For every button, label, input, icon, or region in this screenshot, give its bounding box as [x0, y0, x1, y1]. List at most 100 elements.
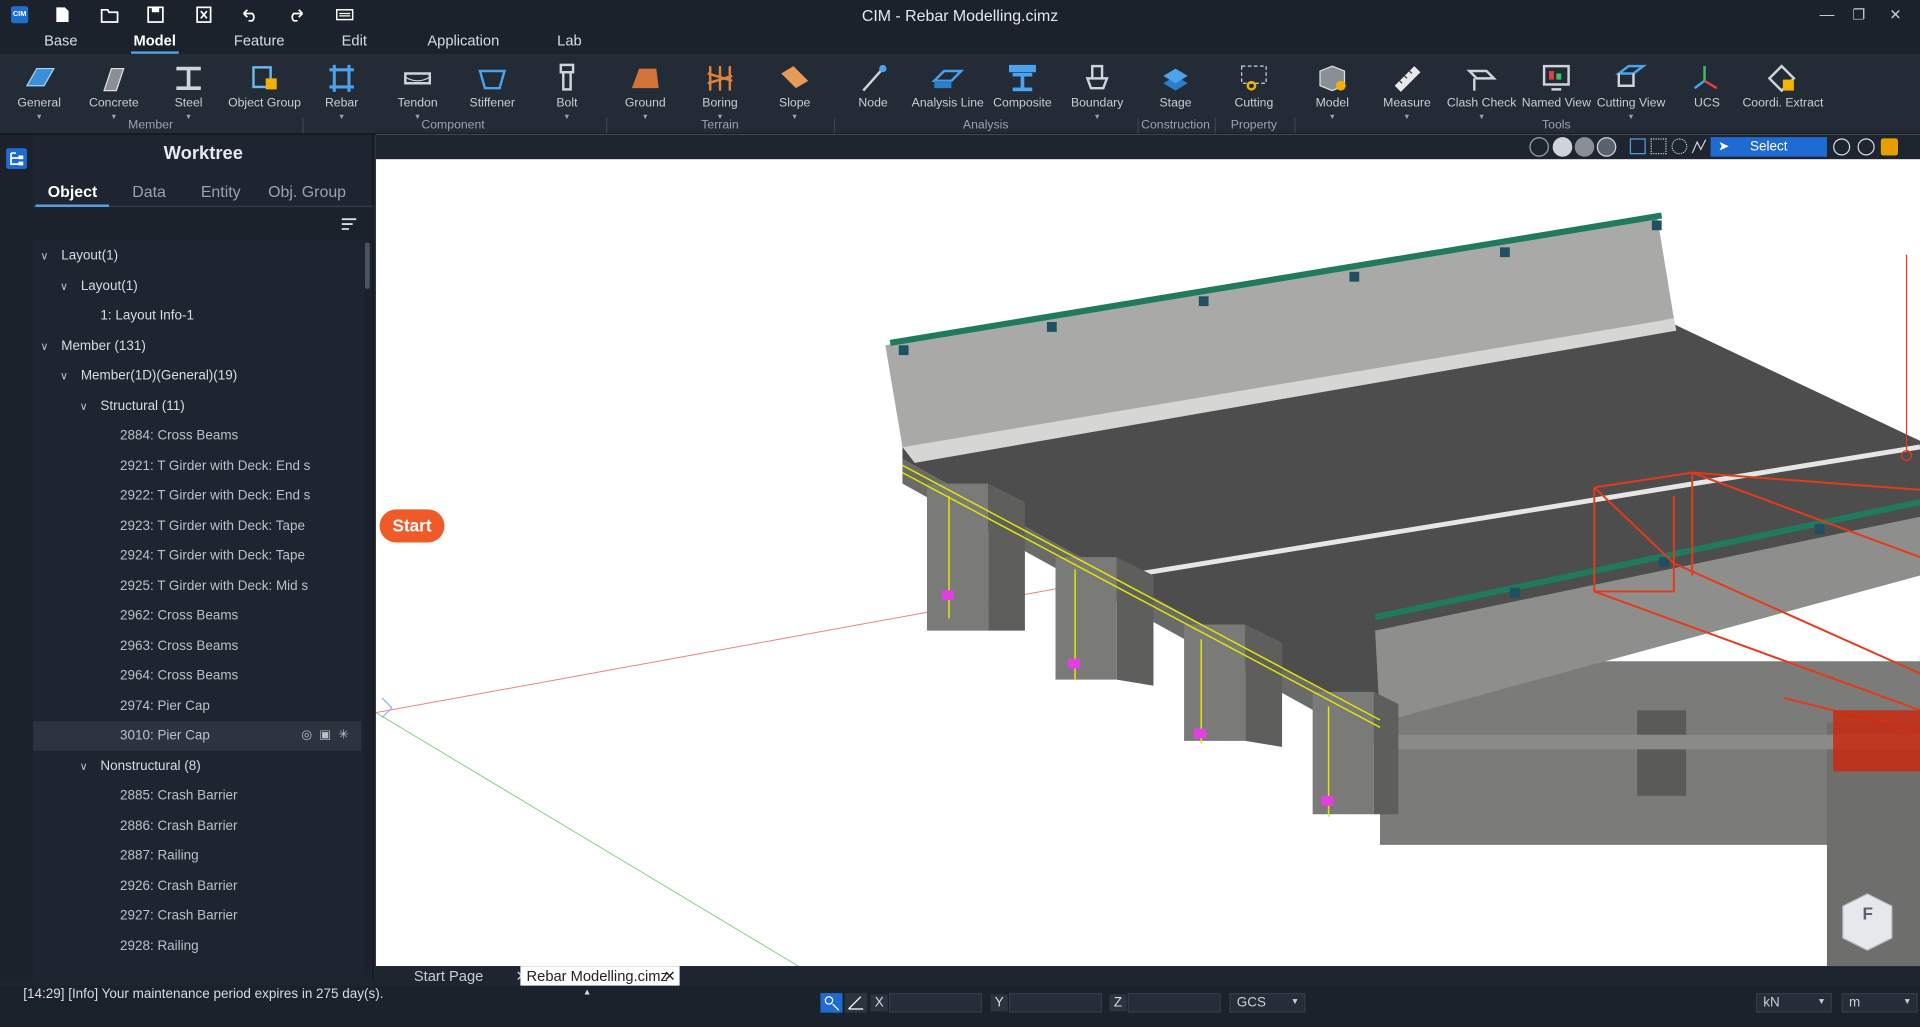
menu-edit[interactable]: Edit	[342, 32, 367, 49]
tree-leaf-item[interactable]: 2925: T Girder with Deck: Mid s	[33, 571, 361, 600]
bolt-button[interactable]: Bolt ▼	[528, 59, 606, 121]
tree-leaf-item[interactable]: 2928: Railing	[33, 931, 361, 960]
close-icon[interactable]: ✕	[1878, 2, 1912, 26]
tree-leaf-item[interactable]: 2922: T Girder with Deck: End s	[33, 481, 361, 510]
tree-node-label: 2924: T Girder with Deck: Tape	[120, 548, 305, 564]
object-group-button[interactable]: Object Group	[225, 59, 303, 120]
tree-leaf-item[interactable]: 2964: Cross Beams	[33, 661, 361, 690]
menu-model[interactable]: Model	[131, 32, 178, 54]
expand-log-icon[interactable]: ▲	[583, 988, 591, 997]
concrete-button[interactable]: Concrete ▼	[75, 59, 153, 121]
expand-toggle-icon[interactable]: ∨	[40, 331, 48, 360]
expand-toggle-icon[interactable]: ∨	[60, 271, 68, 300]
tree-node-label: 3010: Pier Cap	[120, 728, 210, 744]
doc-tab-start-page[interactable]: Start Page✕	[398, 966, 533, 986]
rebar-button[interactable]: Rebar ▼	[302, 59, 380, 121]
cutting-button[interactable]: Cutting	[1215, 59, 1293, 120]
tree-group-node[interactable]: ∨ Layout(1)	[33, 271, 361, 300]
measure-button[interactable]: Measure ▼	[1368, 59, 1446, 121]
cube-face-label[interactable]: F	[1862, 904, 1872, 924]
tree-leaf-item[interactable]: 2927: Crash Barrier	[33, 901, 361, 930]
stiffener-button[interactable]: Stiffener	[453, 59, 531, 120]
tree-leaf-item[interactable]: 2884: Cross Beams	[33, 421, 361, 450]
clash-check-button[interactable]: Clash Check ▼	[1442, 59, 1520, 121]
stage-button[interactable]: Stage	[1136, 59, 1214, 120]
tree-leaf-item[interactable]: 2974: Pier Cap	[33, 691, 361, 720]
close-tab-icon[interactable]: ✕	[664, 966, 676, 986]
composite-button[interactable]: Composite	[983, 59, 1061, 120]
expand-toggle-icon[interactable]: ∨	[80, 751, 88, 780]
model-viewport[interactable]: ➤ Select F Start	[375, 134, 1920, 967]
tab-entity[interactable]: Entity	[201, 182, 241, 200]
boundary-button[interactable]: Boundary ▼	[1058, 59, 1136, 121]
object-group-icon	[252, 66, 277, 90]
node-button[interactable]: Node	[834, 59, 912, 120]
ucs-button[interactable]: UCS	[1668, 59, 1746, 120]
worktree-tree: ∨ Layout(1) ∨ Layout(1) 1: Layout Info-1 ∨ Mem…	[33, 240, 364, 980]
coordi-extract-button[interactable]: Coordi. Extract	[1742, 59, 1823, 120]
restore-icon[interactable]: ❐	[1842, 2, 1876, 26]
tree-leaf-item[interactable]: 3010: Pier Cap ◎▣✳	[33, 721, 362, 751]
y-coordinate-field[interactable]	[1008, 993, 1103, 1013]
lock-icon[interactable]: ▣	[319, 729, 338, 742]
boring-button[interactable]: Boring ▼	[681, 59, 759, 121]
tree-leaf-item[interactable]: 2926: Crash Barrier	[33, 871, 361, 900]
tree-group-node[interactable]: ∨ Layout(1)	[33, 241, 361, 270]
group-tools: Tools	[1542, 118, 1571, 133]
origin-marker	[381, 697, 393, 718]
tree-leaf-item[interactable]: 2887: Railing	[33, 841, 361, 870]
highlight-icon[interactable]: ✳	[338, 729, 356, 742]
force-unit-select[interactable]: kN ▼	[1755, 993, 1832, 1013]
ground-button[interactable]: Ground ▼	[606, 59, 684, 121]
tab-data[interactable]: Data	[132, 182, 166, 200]
tendon-button[interactable]: Tendon ▼	[378, 59, 456, 121]
z-coordinate-field[interactable]	[1127, 993, 1221, 1013]
tree-leaf-item[interactable]: 2963: Cross Beams	[33, 631, 361, 660]
composite-icon	[1008, 64, 1036, 92]
tree-group-node[interactable]: ∨ Member (131)	[33, 331, 361, 360]
menu-application[interactable]: Application	[427, 32, 499, 49]
general-button[interactable]: General ▼	[0, 59, 78, 121]
menu-feature[interactable]: Feature	[234, 32, 285, 49]
minimize-icon[interactable]: —	[1810, 2, 1844, 26]
tree-group-node[interactable]: ∨ Member(1D)(General)(19)	[33, 361, 361, 390]
tree-leaf-item[interactable]: 2885: Crash Barrier	[33, 781, 361, 810]
sort-icon[interactable]	[341, 217, 357, 234]
coordinate-system-select[interactable]: GCS ▼	[1229, 993, 1306, 1013]
worktree-icon[interactable]	[6, 148, 27, 169]
menu-base[interactable]: Base	[44, 32, 78, 49]
snap-icon[interactable]	[820, 993, 843, 1013]
tree-leaf-item[interactable]: 2962: Cross Beams	[33, 601, 361, 630]
doc-tab-rebar-modelling[interactable]: Rebar Modelling.cimz ✕	[520, 966, 680, 986]
expand-toggle-icon[interactable]: ∨	[60, 361, 68, 390]
tree-group-node[interactable]: 1: Layout Info-1	[33, 301, 361, 330]
tab-object[interactable]: Object	[48, 182, 98, 200]
tree-leaf-item[interactable]: 2923: T Girder with Deck: Tape	[33, 511, 361, 540]
model-button[interactable]: Model ▼	[1293, 59, 1371, 121]
tree-leaf-item[interactable]: 2924: T Girder with Deck: Tape	[33, 541, 361, 570]
angle-snap-icon[interactable]	[844, 993, 867, 1013]
bridge-model	[375, 212, 1920, 967]
steel-button[interactable]: Steel ▼	[149, 59, 227, 121]
tree-group-node[interactable]: ∨ Nonstructural (8)	[33, 751, 361, 780]
slope-button[interactable]: Slope ▼	[756, 59, 834, 121]
rebar-icon	[329, 64, 354, 92]
analysis-line-button[interactable]: Analysis Line	[909, 59, 987, 120]
start-button[interactable]: Start	[379, 509, 445, 543]
expand-toggle-icon[interactable]: ∨	[80, 391, 88, 420]
tab-obj-group[interactable]: Obj. Group	[268, 182, 346, 200]
cutting-view-button[interactable]: Cutting View ▼	[1592, 59, 1670, 121]
bolt-icon	[559, 63, 575, 91]
length-unit-select[interactable]: m ▼	[1841, 993, 1918, 1013]
x-coordinate-field[interactable]	[888, 993, 983, 1013]
tree-leaf-item[interactable]: 2921: T Girder with Deck: End s	[33, 451, 361, 480]
expand-toggle-icon[interactable]: ∨	[40, 241, 48, 270]
tree-group-node[interactable]: ∨ Structural (11)	[33, 391, 361, 420]
menu-lab[interactable]: Lab	[557, 32, 582, 49]
named-view-button[interactable]: Named View	[1517, 59, 1595, 120]
tree-leaf-item[interactable]: 2886: Crash Barrier	[33, 811, 361, 840]
eye-hidden-icon[interactable]: ◎	[301, 729, 319, 742]
worktree-toolbar	[33, 208, 374, 241]
tree-scrollbar[interactable]	[363, 240, 372, 975]
scrollbar-thumb[interactable]	[364, 242, 370, 289]
